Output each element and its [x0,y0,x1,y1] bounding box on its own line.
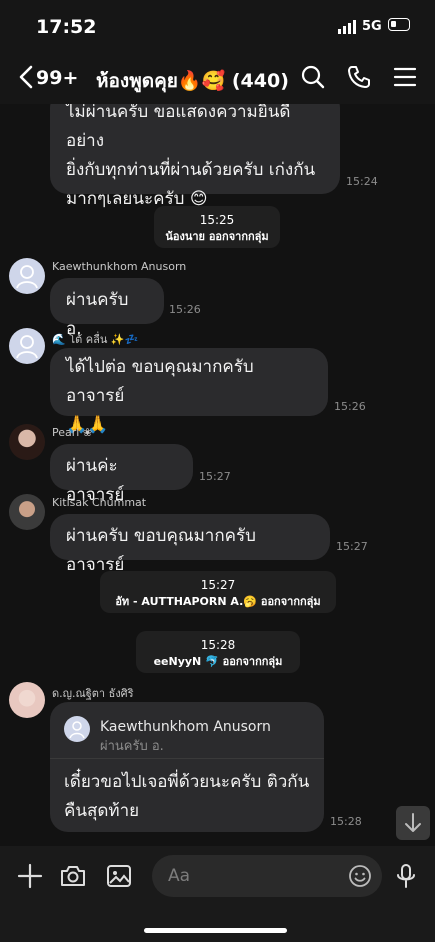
system-notice-text: eeNyyN 🐬 ออกจากกลุ่ม [153,655,283,668]
image-icon[interactable] [105,862,133,890]
message-text: คืนสุดท้าย [64,801,140,821]
sender-name: ด.ญ.ณฐิตา ธังศิริ [52,687,134,700]
signal-icon [338,20,356,34]
message-time: 15:24 [346,175,378,188]
message-bubble[interactable]: Kaewthunkhom Anusorn ผ่านครับ อ. เดี๋ยวข… [50,702,324,832]
home-indicator [144,928,287,933]
message-list[interactable]: ไม่ผ่านครับ ขอแสดงความยินดีอย่าง ยิ่งกับ… [0,104,435,846]
system-notice-text: อัท - AUTTHAPORN A.🥱 ออกจากกลุ่ม [115,595,321,608]
sender-name: 🌊 โต้ คลื่น ✨💤 [52,333,139,346]
chat-title[interactable]: ห้องพูดคุย🔥🥰 (440) [96,66,289,96]
message-text: ไม่ผ่านครับ ขอแสดงความยินดีอย่าง [66,104,291,151]
status-time: 17:52 [36,16,97,38]
message-time: 15:27 [199,470,231,483]
scroll-to-bottom-button[interactable] [396,806,430,840]
sender-name: Kaewthunkhom Anusorn [52,260,187,273]
message-bubble[interactable]: ผ่านครับ อ. [50,278,164,339]
system-notice-time: 15:25 [199,213,235,227]
network-label: 5G [362,19,382,34]
system-notice-time: 15:28 [200,638,236,652]
avatar[interactable] [9,682,45,718]
unread-count[interactable]: 99+ [36,67,78,89]
plus-icon[interactable] [16,862,44,890]
message-bubble[interactable]: ไม่ผ่านครับ ขอแสดงความยินดีอย่าง ยิ่งกับ… [50,104,340,209]
system-notice: 15:27 อัท - AUTTHAPORN A.🥱 ออกจากกลุ่ม [100,571,336,613]
message-time: 15:28 [330,815,362,828]
arrow-down-icon [405,813,421,832]
avatar[interactable] [9,494,45,530]
system-notice: 15:25 น้องนาย ออกจากกลุ่ม [154,206,280,248]
sender-name: Kitisak Chummat [52,496,147,509]
microphone-icon[interactable] [392,862,420,890]
avatar[interactable] [9,258,45,294]
message-input-placeholder: Aa [168,866,191,886]
reply-text: ผ่านครับ อ. [100,739,164,754]
system-notice: 15:28 eeNyyN 🐬 ออกจากกลุ่ม [136,631,300,673]
system-notice-text: น้องนาย ออกจากกลุ่ม [165,230,269,243]
reply-avatar [64,716,90,742]
system-notice-time: 15:27 [200,578,236,592]
avatar[interactable] [9,328,45,364]
message-bubble[interactable]: ได้ไปต่อ ขอบคุณมากครับอาจารย์ 🙏🙏 [50,348,328,435]
message-input[interactable]: Aa [152,855,382,897]
message-time: 15:26 [334,400,366,413]
message-time: 15:27 [336,540,368,553]
reply-preview[interactable]: Kaewthunkhom Anusorn ผ่านครับ อ. [50,702,324,759]
message-text: เดี๋ยวขอไปเจอพี่ด้วยนะครับ ติวกัน [64,772,310,792]
sender-name: Pearl ❀ [52,426,93,439]
message-time: 15:26 [169,303,201,316]
message-bubble[interactable]: ผ่านค่ะ อาจารย์ [50,444,193,505]
phone-icon[interactable] [346,64,372,90]
menu-icon[interactable] [392,64,418,90]
message-text: ได้ไปต่อ ขอบคุณมากครับอาจารย์ [66,357,254,406]
battery-icon [388,18,410,31]
message-text: 🙏🙏 [66,415,109,435]
search-icon[interactable] [300,64,326,90]
emoji-icon[interactable] [348,864,372,888]
status-bar: 17:52 5G [0,0,435,50]
composer-bar: Aa [0,846,435,942]
message-bubble[interactable]: ผ่านครับ ขอบคุณมากครับอาจารย์ [50,514,330,575]
chat-header: 99+ ห้องพูดคุย🔥🥰 (440) [0,50,435,104]
camera-icon[interactable] [59,862,87,890]
message-text-block: เดี๋ยวขอไปเจอพี่ด้วยนะครับ ติวกัน คืนสุด… [64,768,309,826]
avatar[interactable] [9,424,45,460]
message-text: ยิ่งกับทุกท่านที่ผ่านด้วยครับ เก่งกัน [66,160,316,180]
